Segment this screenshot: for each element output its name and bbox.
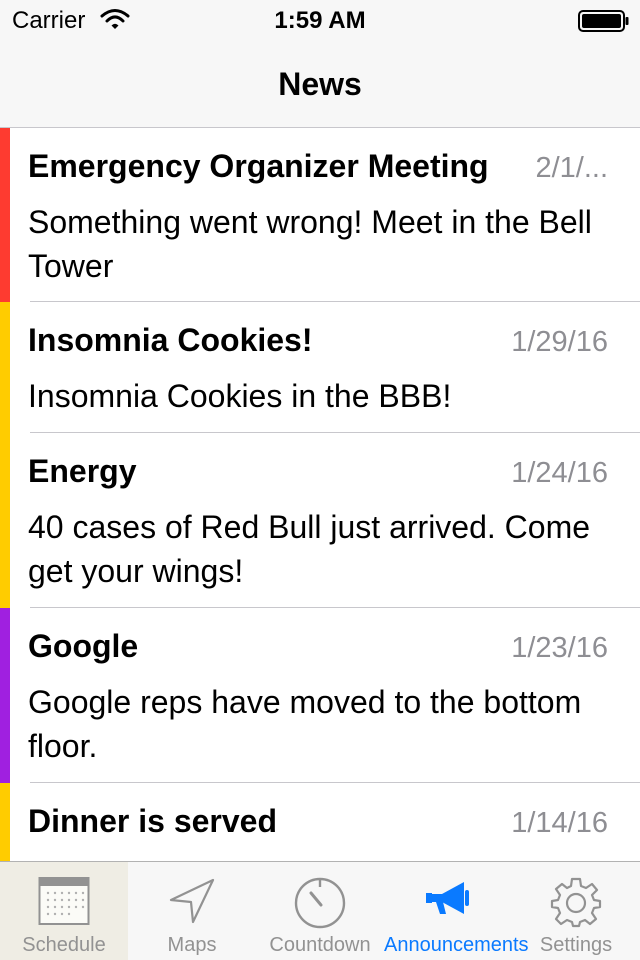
news-list[interactable]: Emergency Organizer Meeting 2/1/... Some… (0, 128, 640, 861)
tab-label: Maps (167, 934, 217, 956)
news-item[interactable]: Energy 1/24/16 40 cases of Red Bull just… (0, 433, 640, 608)
location-arrow-icon (169, 878, 215, 924)
news-accent-bar (0, 302, 10, 433)
megaphone-icon (426, 882, 469, 914)
tab-label: Announcements (384, 934, 529, 956)
news-title: Energy (28, 453, 137, 489)
news-body: Something went wrong! Meet in the Bell T… (28, 204, 592, 284)
news-title: Insomnia Cookies! (28, 322, 313, 358)
news-title: Dinner is served (28, 803, 277, 839)
tab-settings[interactable]: Settings (512, 862, 640, 960)
status-bar: Carrier 1:59 AM (0, 0, 640, 40)
tab-label: Schedule (22, 934, 106, 956)
calendar-icon (38, 877, 90, 925)
tab-label: Settings (539, 934, 613, 956)
news-accent-bar (0, 608, 10, 783)
news-body: Google reps have moved to the bottom flo… (28, 684, 582, 764)
news-accent-bar (0, 783, 10, 861)
gear-icon (550, 877, 602, 928)
news-item[interactable]: Google 1/23/16 Google reps have moved to… (0, 608, 640, 783)
news-date: 1/14/16 (511, 807, 608, 839)
news-date: 1/23/16 (511, 632, 608, 664)
tab-maps[interactable]: Maps (128, 862, 256, 960)
news-date: 1/24/16 (511, 457, 608, 489)
news-title: Emergency Organizer Meeting (28, 148, 489, 184)
page-title: News (278, 66, 362, 102)
tab-bar: Schedule Maps Countdown Announcements Se… (0, 861, 640, 960)
news-date: 2/1/... (535, 152, 608, 184)
news-item[interactable]: Dinner is served 1/14/16 (0, 783, 640, 861)
news-accent-bar (0, 128, 10, 302)
navigation-bar: News (0, 40, 640, 128)
news-title: Google (28, 628, 139, 664)
tab-countdown[interactable]: Countdown (256, 862, 384, 960)
news-item[interactable]: Emergency Organizer Meeting 2/1/... Some… (0, 128, 640, 302)
news-date: 1/29/16 (511, 326, 608, 358)
status-time: 1:59 AM (274, 7, 366, 34)
stopwatch-icon (294, 877, 346, 929)
news-body: 40 cases of Red Bull just arrived. Come … (28, 509, 591, 589)
news-body: Insomnia Cookies in the BBB! (28, 378, 452, 414)
tab-label: Countdown (269, 934, 371, 956)
news-accent-bar (0, 433, 10, 608)
battery-icon (578, 10, 629, 32)
tab-schedule[interactable]: Schedule (0, 862, 128, 960)
tab-announcements[interactable]: Announcements (384, 862, 529, 960)
news-item[interactable]: Insomnia Cookies! 1/29/16 Insomnia Cooki… (0, 302, 640, 433)
